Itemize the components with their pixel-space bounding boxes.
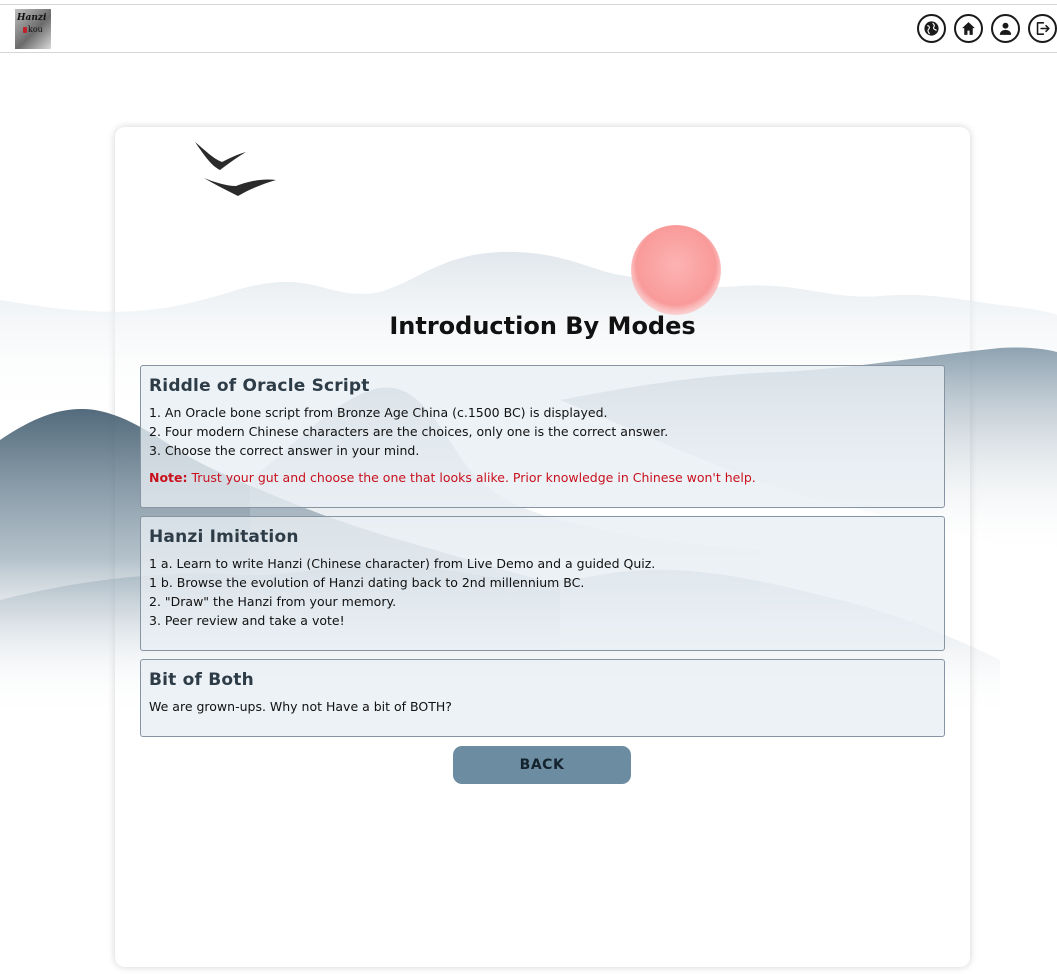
language-button[interactable] — [917, 14, 946, 43]
nav-icon-group — [917, 14, 1057, 43]
top-navbar: Hanzi kou — [0, 4, 1057, 53]
logo-seal — [23, 27, 27, 33]
home-button[interactable] — [954, 14, 983, 43]
app-logo[interactable]: Hanzi kou — [15, 9, 51, 49]
logo-text-bottom: kou — [28, 25, 43, 34]
home-icon — [962, 22, 975, 35]
mode-line: 1 a. Learn to write Hanzi (Chinese chara… — [149, 556, 656, 571]
logo-text-top: Hanzi — [17, 13, 47, 23]
logout-icon — [1036, 22, 1050, 35]
mode-line: 1 b. Browse the evolution of Hanzi datin… — [149, 575, 585, 590]
page-title: Introduction By Modes — [389, 312, 696, 340]
back-button[interactable]: BACK — [453, 746, 631, 784]
profile-button[interactable] — [991, 14, 1020, 43]
user-icon — [999, 22, 1012, 35]
mode-title: Riddle of Oracle Script — [149, 376, 370, 396]
note-label: Note: — [149, 470, 188, 485]
mode-line: 1. An Oracle bone script from Bronze Age… — [149, 405, 608, 420]
logout-button[interactable] — [1028, 14, 1057, 43]
mode-line: 2. "Draw" the Hanzi from your memory. — [149, 594, 397, 609]
mode-card-both: Bit of Both We are grown-ups. Why not Ha… — [140, 659, 945, 737]
mode-line: We are grown-ups. Why not Have a bit of … — [149, 699, 452, 714]
note-text: Trust your gut and choose the one that l… — [191, 470, 756, 485]
mode-card-imitation: Hanzi Imitation 1 a. Learn to write Hanz… — [140, 516, 945, 651]
mode-line: 3. Peer review and take a vote! — [149, 613, 345, 628]
mode-note: Note: Trust your gut and choose the one … — [149, 468, 936, 487]
mode-line: 3. Choose the correct answer in your min… — [149, 443, 420, 458]
mode-title: Hanzi Imitation — [149, 527, 299, 547]
mode-card-riddle: Riddle of Oracle Script 1. An Oracle bon… — [140, 365, 945, 508]
globe-icon — [924, 21, 939, 36]
mode-line: 2. Four modern Chinese characters are th… — [149, 424, 669, 439]
mode-title: Bit of Both — [149, 670, 254, 690]
